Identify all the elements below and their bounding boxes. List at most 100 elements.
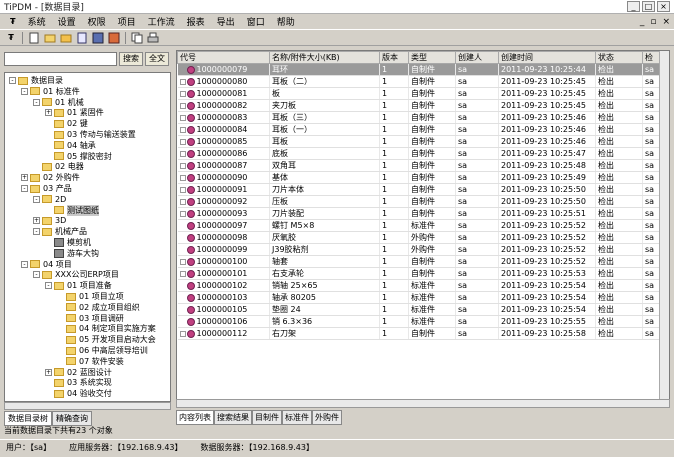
tree-node[interactable]: 05 撑胶密封 (45, 151, 112, 162)
tree-node[interactable]: 04 轴承 (45, 140, 96, 151)
table-row[interactable]: 1000000112 右刀架 1 自制件 sa 2011-09-23 10:25:58 检出… (177, 327, 662, 340)
tree-node[interactable]: - 04 项目 (21, 259, 72, 270)
row-expand-icon[interactable] (179, 330, 186, 337)
table-row[interactable]: 1000000100 轴套 1 自制件 sa 2011-09-23 10:25:52 检出 s… (177, 255, 662, 268)
table-row[interactable]: 1000000103 轴承 80205 1 标准件 sa 2011-09-23 10:25… (177, 291, 662, 304)
column-header[interactable]: 创建人 (455, 51, 499, 64)
table-row[interactable]: 1000000101 右支承轮 1 自制件 sa 2011-09-23 10:25:53 检… (177, 267, 662, 280)
copy-icon[interactable] (130, 31, 144, 44)
tree-node[interactable]: 04 验收交付 (45, 388, 112, 399)
folder-icon[interactable] (59, 31, 73, 44)
expand-icon[interactable]: + (21, 174, 28, 182)
expand-icon[interactable]: + (45, 109, 52, 117)
column-header[interactable]: 版本 (379, 51, 409, 64)
logo-icon[interactable]: ₮ (4, 31, 18, 44)
menu-export[interactable]: 导出 (211, 15, 241, 28)
search-input[interactable] (4, 52, 117, 66)
tree-node[interactable]: 02 成立项目组织 (57, 302, 140, 313)
tree-node[interactable]: +3D (33, 215, 66, 226)
table-row[interactable]: 1000000099 J39胶粘剂 1 外购件 sa 2011-09-23 10:25:5… (177, 243, 662, 256)
collapse-icon[interactable]: - (33, 98, 40, 106)
save-icon[interactable] (91, 31, 105, 44)
app-menu-icon[interactable]: ₮ (4, 17, 22, 26)
table-row[interactable]: 1000000106 销 6.3×36 1 标准件 sa 2011-09-23 10:25… (177, 315, 662, 328)
table-row[interactable]: 1000000102 销轴 25×65 1 标准件 sa 2011-09-23 10:25… (177, 279, 662, 292)
mdi-restore-button[interactable]: ▫ (650, 17, 656, 27)
row-expand-icon[interactable] (179, 102, 186, 109)
tab-made-parts[interactable]: 目制件 (252, 410, 282, 425)
table-row[interactable]: 1000000090 基体 1 自制件 sa 2011-09-23 10:25:49 检出 s… (177, 171, 662, 184)
tree-node[interactable]: 游车大钩 (45, 248, 99, 259)
tree-horizontal-scrollbar[interactable] (4, 402, 171, 410)
print-icon[interactable] (146, 31, 160, 44)
grid-horizontal-scrollbar[interactable] (176, 399, 670, 408)
row-expand-icon[interactable] (179, 66, 186, 73)
menu-help[interactable]: 帮助 (271, 15, 301, 28)
table-row[interactable]: 1000000081 板 1 自制件 sa 2011-09-23 10:25:45 检出 sa (177, 87, 662, 100)
row-expand-icon[interactable] (179, 90, 186, 97)
tree-node[interactable]: - XXX公司ERP项目 (33, 269, 119, 280)
row-expand-icon[interactable] (179, 150, 186, 157)
row-expand-icon[interactable] (179, 270, 186, 277)
row-expand-icon[interactable] (179, 198, 186, 205)
column-header[interactable]: 状态 (595, 51, 643, 64)
collapse-icon[interactable]: - (45, 282, 52, 290)
tree-node[interactable]: 06 中高层领导培训 (57, 345, 148, 356)
tree-node[interactable]: 02 电器 (33, 161, 84, 172)
tab-content-list[interactable]: 内容列表 (176, 410, 214, 425)
row-expand-icon[interactable] (179, 162, 186, 169)
table-row[interactable]: 1000000098 厌氧胶 1 外购件 sa 2011-09-23 10:25:52 检出… (177, 231, 662, 244)
table-row[interactable]: 1000000105 垫圈 24 1 标准件 sa 2011-09-23 10:25:54… (177, 303, 662, 316)
menu-workflow[interactable]: 工作流 (142, 15, 181, 28)
row-expand-icon[interactable] (179, 258, 186, 265)
tree-node[interactable]: - 数据目录 (9, 75, 63, 86)
row-expand-icon[interactable] (179, 114, 186, 121)
search-button[interactable]: 搜索 (119, 52, 143, 66)
collapse-icon[interactable]: - (9, 77, 16, 84)
tree-node[interactable]: - 2D (33, 194, 66, 205)
table-row[interactable]: 1000000087 双角耳 1 自制件 sa 2011-09-23 10:25:48 检出… (177, 159, 662, 172)
table-row[interactable]: 1000000085 耳板 1 自制件 sa 2011-09-23 10:25:46 检出 s… (177, 135, 662, 148)
column-header[interactable]: 代号 (177, 51, 270, 64)
table-row[interactable]: 1000000082 夹刀板 1 自制件 sa 2011-09-23 10:25:45 检出… (177, 99, 662, 112)
row-expand-icon[interactable] (179, 174, 186, 181)
tree-node[interactable]: 01 项目立项 (57, 291, 124, 302)
tree-node[interactable]: 05 开发项目启动大会 (57, 334, 156, 345)
table-row[interactable]: 1000000097 螺钉 M5×8 1 标准件 sa 2011-09-23 10:25:… (177, 219, 662, 232)
table-row[interactable]: 1000000093 刀片装配 1 自制件 sa 2011-09-23 10:25:51 检… (177, 207, 662, 220)
tree-node[interactable]: 02 键 (45, 118, 88, 129)
table-row[interactable]: 1000000091 刀片本体 1 自制件 sa 2011-09-23 10:25:50 检… (177, 183, 662, 196)
table-row[interactable]: 1000000092 压板 1 自制件 sa 2011-09-23 10:25:50 检出 s… (177, 195, 662, 208)
column-header[interactable]: 类型 (408, 51, 456, 64)
row-expand-icon[interactable] (179, 186, 186, 193)
menu-project[interactable]: 项目 (112, 15, 142, 28)
row-expand-icon[interactable] (179, 138, 186, 145)
menu-settings[interactable]: 设置 (52, 15, 82, 28)
table-row[interactable]: 1000000084 耳板（一） 1 自制件 sa 2011-09-23 10:25:46… (177, 123, 662, 136)
expand-icon[interactable]: + (45, 368, 52, 376)
collapse-icon[interactable]: - (33, 195, 40, 203)
row-expand-icon[interactable] (179, 126, 186, 133)
tree-node[interactable]: 03 系统实现 (45, 377, 112, 388)
open-folder-icon[interactable] (43, 31, 57, 44)
tree-node[interactable]: - 03 产品 (21, 183, 72, 194)
row-expand-icon[interactable] (179, 78, 186, 85)
collapse-icon[interactable]: - (21, 87, 28, 95)
column-header[interactable]: 创建时间 (498, 51, 596, 64)
menu-permissions[interactable]: 权限 (82, 15, 112, 28)
table-row[interactable]: 1000000079 耳环 1 自制件 sa 2011-09-23 10:25:44 检出 s… (177, 63, 662, 76)
close-button[interactable]: × (657, 1, 670, 12)
tree-node[interactable]: 模剪机 (45, 237, 91, 248)
menu-system[interactable]: 系统 (22, 15, 52, 28)
mdi-close-button[interactable]: × (662, 17, 670, 27)
expand-icon[interactable]: + (33, 217, 40, 225)
tree-node[interactable]: 测试图纸 (45, 204, 99, 216)
table-row[interactable]: 1000000083 耳板（三） 1 自制件 sa 2011-09-23 10:25:46… (177, 111, 662, 124)
new-file-icon[interactable] (27, 31, 41, 44)
collapse-icon[interactable]: - (33, 228, 40, 236)
tab-search-results[interactable]: 搜索结果 (214, 410, 252, 425)
tree-node[interactable]: - 机械产品 (33, 226, 87, 237)
table-row[interactable]: 1000000080 耳板（二） 1 自制件 sa 2011-09-23 10:25:45… (177, 75, 662, 88)
row-expand-icon[interactable] (179, 210, 186, 217)
tab-standard-parts[interactable]: 标准件 (282, 410, 312, 425)
